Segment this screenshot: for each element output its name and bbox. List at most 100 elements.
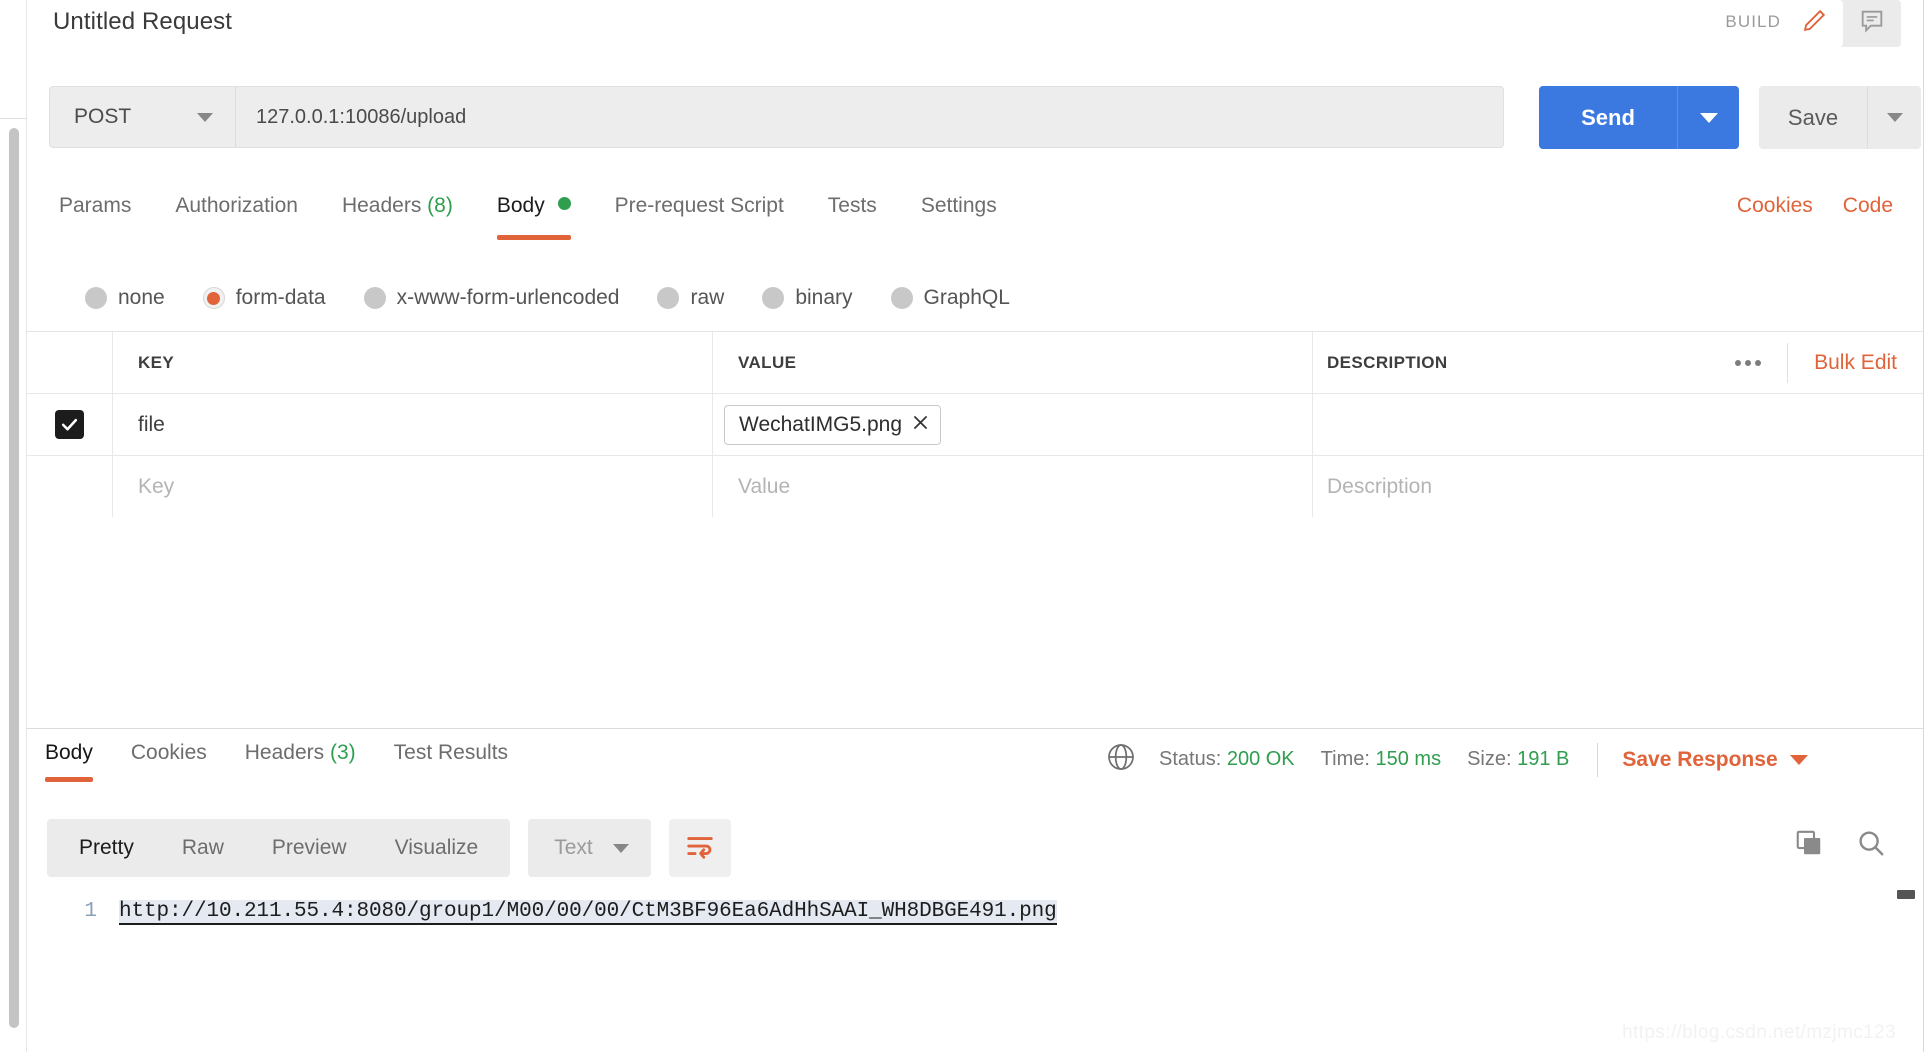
row-checkbox-cell: [27, 394, 113, 455]
radio-icon: [762, 287, 785, 309]
response-toolbar: Pretty Raw Preview Visualize Text: [27, 812, 1923, 884]
column-header-description: DESCRIPTION: [1327, 352, 1448, 372]
send-options-button[interactable]: [1677, 86, 1739, 149]
description-input-placeholder: Description: [1327, 474, 1433, 498]
form-data-table: KEY VALUE DESCRIPTION Bulk Edit file Wec…: [27, 331, 1923, 518]
tab-authorization[interactable]: Authorization: [175, 190, 298, 218]
placeholder-key-cell[interactable]: Key: [113, 456, 713, 517]
save-button[interactable]: Save: [1759, 86, 1867, 149]
tab-headers-count: (8): [427, 194, 453, 217]
response-tab-test-results[interactable]: Test Results: [394, 741, 508, 765]
active-tab-underline: [45, 777, 93, 782]
view-raw-button[interactable]: Raw: [158, 819, 248, 877]
tab-label: Params: [59, 194, 132, 217]
close-icon[interactable]: [911, 413, 930, 437]
globe-icon: [1105, 741, 1137, 778]
tab-label: Cookies: [130, 741, 207, 764]
response-tab-cookies[interactable]: Cookies: [131, 741, 207, 765]
request-tablist: Params Authorization Headers (8) Body Pr…: [27, 190, 1923, 248]
time-value: 150 ms: [1375, 748, 1442, 770]
cookies-link[interactable]: Cookies: [1737, 194, 1813, 218]
body-type-none[interactable]: none: [85, 286, 165, 310]
page-title: Untitled Request: [53, 8, 233, 35]
response-body-text[interactable]: http://10.211.55.4:8080/group1/M00/00/00…: [119, 900, 1057, 925]
row-key-cell[interactable]: file: [113, 394, 713, 455]
body-type-form-data[interactable]: form-data: [202, 286, 326, 310]
placeholder-checkbox-cell: [27, 456, 113, 517]
view-visualize-button[interactable]: Visualize: [371, 819, 503, 877]
placeholder-description-cell[interactable]: Description: [1313, 456, 1923, 517]
response-format-select[interactable]: Text: [528, 819, 651, 877]
tab-label: Settings: [920, 194, 997, 217]
size-label: Size: 191 B: [1467, 748, 1569, 771]
send-button[interactable]: Send: [1539, 86, 1677, 149]
build-mode-button[interactable]: [1785, 0, 1843, 47]
body-type-x-www-form-urlencoded[interactable]: x-www-form-urlencoded: [363, 286, 620, 310]
response-headers-count: (3): [329, 741, 356, 764]
row-checkbox[interactable]: [55, 410, 84, 439]
save-response-button[interactable]: Save Response: [1622, 747, 1808, 772]
tab-body[interactable]: Body: [496, 190, 571, 240]
body-type-raw[interactable]: raw: [657, 286, 724, 310]
radio-label: binary: [795, 286, 853, 309]
tab-label: Body: [496, 194, 545, 217]
tab-headers[interactable]: Headers (8): [342, 190, 453, 218]
body-type-binary[interactable]: binary: [762, 286, 853, 310]
vertical-scrollbar[interactable]: [9, 128, 19, 1028]
body-present-dot-icon: [557, 197, 571, 210]
url-bar-row: POST 127.0.0.1:10086/upload Send Save: [27, 80, 1923, 154]
radio-icon: [85, 287, 107, 309]
url-input[interactable]: 127.0.0.1:10086/upload: [236, 87, 1503, 147]
http-method-label: POST: [74, 105, 132, 128]
search-icon[interactable]: [1856, 828, 1886, 863]
view-pretty-button[interactable]: Pretty: [55, 819, 158, 877]
time-label-text: Time:: [1320, 748, 1370, 770]
header-description-cell: DESCRIPTION Bulk Edit: [1313, 332, 1923, 393]
tab-label: Body: [45, 741, 93, 764]
pencil-icon: [1800, 7, 1828, 40]
comment-mode-button[interactable]: [1843, 0, 1901, 47]
format-label: Text: [554, 836, 593, 859]
placeholder-value-cell[interactable]: Value: [713, 456, 1313, 517]
header-checkbox-cell: [27, 332, 113, 393]
http-method-select[interactable]: POST: [50, 87, 236, 147]
bulk-edit-button[interactable]: Bulk Edit: [1788, 351, 1897, 375]
radio-label: x-www-form-urlencoded: [396, 286, 620, 309]
response-scrollbar-thumb[interactable]: [1897, 890, 1915, 899]
tabs-right-links: Cookies Code: [1737, 194, 1893, 218]
size-value: 191 B: [1517, 748, 1570, 770]
watermark: https://blog.csdn.net/mzjmc123: [1622, 1022, 1896, 1043]
file-chip: WechatIMG5.png: [724, 404, 942, 445]
code-link[interactable]: Code: [1843, 194, 1893, 218]
tab-params[interactable]: Params: [59, 190, 131, 218]
chevron-down-icon: [1789, 754, 1808, 765]
row-description-cell[interactable]: [1313, 394, 1923, 455]
response-tab-body[interactable]: Body: [45, 741, 93, 782]
send-button-group: Send: [1539, 86, 1739, 149]
radio-label: none: [118, 286, 165, 309]
view-preview-button[interactable]: Preview: [248, 819, 371, 877]
size-label-text: Size:: [1467, 748, 1512, 770]
table-header-actions: Bulk Edit: [1709, 342, 1897, 383]
copy-icon[interactable]: [1794, 828, 1824, 863]
tab-tests[interactable]: Tests: [828, 190, 877, 218]
tab-label: Tests: [827, 194, 877, 217]
save-options-button[interactable]: [1867, 86, 1921, 149]
status-value: 200 OK: [1226, 748, 1295, 770]
meta-divider: [1597, 742, 1599, 777]
line-number: 1: [84, 900, 97, 923]
tab-settings[interactable]: Settings: [921, 190, 997, 218]
radio-icon: [363, 287, 386, 309]
body-type-graphql[interactable]: GraphQL: [890, 286, 1010, 310]
save-response-label: Save Response: [1622, 747, 1778, 771]
more-options-icon[interactable]: [1709, 342, 1789, 383]
word-wrap-button[interactable]: [668, 819, 731, 877]
row-value-cell[interactable]: WechatIMG5.png: [713, 394, 1313, 455]
value-input-placeholder: Value: [738, 474, 791, 498]
tab-pre-request-script[interactable]: Pre-request Script: [615, 190, 784, 218]
response-tools-right: [1794, 828, 1886, 863]
tab-label: Pre-request Script: [614, 194, 784, 217]
build-label: BUILD: [1725, 12, 1781, 31]
chevron-down-icon: [1699, 112, 1718, 123]
response-tab-headers[interactable]: Headers (3): [245, 741, 356, 765]
